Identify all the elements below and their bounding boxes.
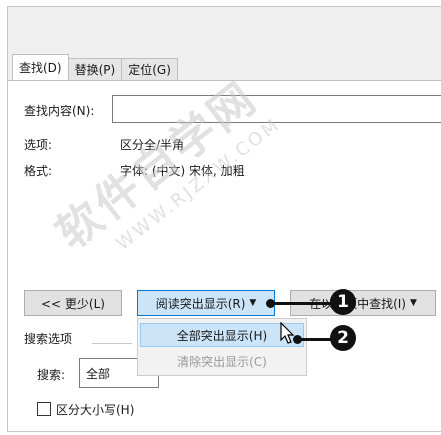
menu-item-clear-highlight[interactable]: 清除突出显示(C): [140, 349, 304, 373]
options-value: 区分全/半角: [120, 138, 185, 152]
tab-find[interactable]: 查找(D): [12, 54, 69, 80]
find-label: 查找内容(N):: [24, 104, 95, 118]
search-direction-value: 全部: [86, 366, 111, 381]
section-divider: [92, 343, 132, 344]
reading-highlight-button[interactable]: 阅读突出显示(R) ▼: [137, 290, 275, 316]
match-case-label: 区分大小写(H): [56, 403, 135, 417]
callout-2-badge: 2: [330, 325, 356, 351]
tab-goto[interactable]: 定位(G): [121, 58, 178, 80]
less-button[interactable]: << 更少(L): [24, 290, 122, 316]
options-label: 选项:: [24, 138, 53, 152]
tab-replace-label: 替换(P): [74, 63, 116, 77]
less-button-label: << 更少(L): [41, 296, 105, 311]
format-label: 格式:: [24, 164, 53, 178]
callout-1-number: 1: [337, 292, 349, 312]
chevron-down-icon: ▼: [409, 298, 417, 308]
callout-2-line: [297, 338, 332, 341]
callout-1-badge: 1: [330, 289, 356, 315]
reading-highlight-label: 阅读突出显示(R): [155, 296, 246, 311]
tab-goto-label: 定位(G): [128, 63, 171, 77]
format-value: 字体: (中文) 宋体, 加粗: [120, 164, 245, 178]
tab-strip: 查找(D) 替换(P) 定位(G): [12, 54, 178, 80]
menu-item-clear-highlight-label: 清除突出显示(C): [177, 354, 267, 369]
callout-2-number: 2: [337, 328, 349, 348]
search-label: 搜索:: [37, 368, 66, 382]
match-case-checkbox[interactable]: [37, 402, 51, 416]
tab-panel: [8, 80, 441, 431]
tab-find-label: 查找(D): [19, 61, 62, 75]
callout-1-line: [270, 302, 332, 305]
menu-item-highlight-all-label: 全部突出显示(H): [176, 328, 268, 343]
chevron-down-icon: ▼: [249, 298, 257, 308]
search-options-heading: 搜索选项: [24, 332, 73, 346]
tab-replace[interactable]: 替换(P): [67, 58, 123, 80]
find-input[interactable]: [112, 95, 441, 123]
